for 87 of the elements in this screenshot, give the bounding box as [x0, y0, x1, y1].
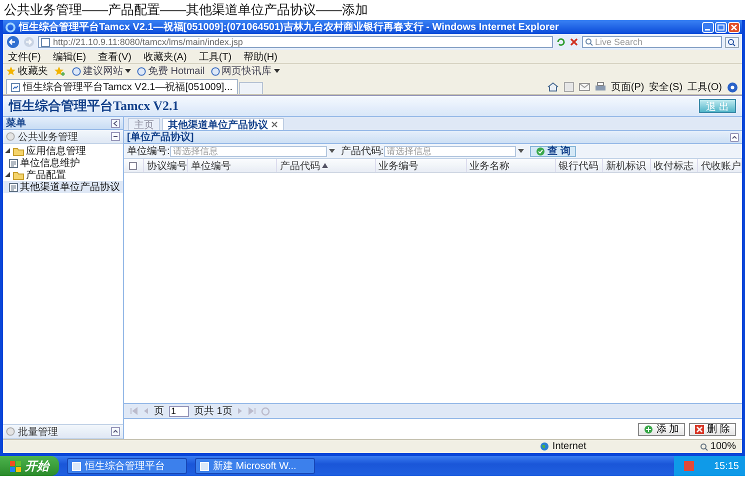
mail-icon[interactable] [578, 82, 590, 92]
action-button[interactable]: 添 加 [638, 422, 686, 436]
column-header[interactable]: 新机标识 [603, 159, 651, 172]
circle-icon [6, 427, 15, 436]
search-button[interactable]: 查 询 [530, 146, 576, 156]
stop-icon[interactable] [569, 37, 579, 47]
filter-label: 单位编号: [127, 144, 170, 158]
menu-item[interactable]: 文件(F) [8, 50, 41, 64]
sort-icon [322, 163, 328, 168]
close-icon[interactable] [271, 121, 278, 128]
expand-icon [111, 427, 120, 436]
filter-field[interactable]: 请选择信息 [170, 146, 327, 156]
command-menu[interactable]: 安全(S) [649, 80, 683, 94]
column-header[interactable]: 业务名称 [466, 159, 556, 172]
menu-item[interactable]: 查看(V) [98, 50, 132, 64]
folder-icon [13, 146, 24, 156]
security-zone: Internet [540, 441, 660, 452]
sidebar-title: 菜单 [6, 116, 26, 130]
command-menu[interactable]: 页面(P) [610, 80, 644, 94]
favorites-link[interactable]: 免费 Hotmail [137, 64, 205, 78]
panel-title: [单位产品协议] [127, 130, 194, 144]
add-favorite-icon[interactable] [54, 66, 66, 76]
column-header[interactable]: 收付标志 [650, 159, 698, 172]
accordion-header[interactable]: 批量管理 [3, 424, 123, 439]
page-field[interactable]: 1 [169, 406, 189, 416]
page-label: 页 [154, 405, 164, 418]
filter-field[interactable]: 请选择信息 [384, 146, 516, 156]
cross-icon [695, 424, 704, 434]
window-icon [200, 462, 209, 470]
accordion-header[interactable]: 公共业务管理 [3, 130, 123, 144]
page-total: 页共 1页 [194, 404, 232, 418]
column-header[interactable]: 协议编号 [144, 159, 188, 172]
favorites-link[interactable]: 网页快讯库 [210, 64, 280, 78]
search-icon [585, 38, 593, 46]
feed-icon[interactable] [564, 82, 574, 92]
tree-folder[interactable]: 应用信息管理 [3, 145, 123, 157]
column-header[interactable]: 业务编号 [376, 159, 467, 172]
menu-item[interactable]: 收藏夹(A) [143, 50, 187, 64]
address-field[interactable]: http://21.10.9.11:8080/tamcx/lms/main/index.jsp [38, 36, 553, 48]
check-circle-icon [536, 146, 545, 156]
command-menu[interactable]: 工具(O) [688, 80, 722, 94]
column-header[interactable]: 单位编号 [188, 159, 277, 172]
column-header[interactable]: 代收账户 [698, 159, 742, 172]
maximize-icon[interactable] [715, 22, 727, 32]
caret-icon[interactable] [328, 148, 335, 154]
caret-icon[interactable] [518, 148, 524, 154]
checkbox[interactable] [129, 162, 138, 170]
window-title: 恒生综合管理平台Tamcx V2.1—祝福[051009]:(071064501)吉林九台农村商业银行再春支行 - Windows Internet Explorer [19, 20, 559, 34]
caret-icon [5, 172, 11, 178]
taskbar-button[interactable]: 恒生综合管理平台 [67, 458, 187, 474]
menu-item[interactable]: 帮助(H) [244, 50, 278, 64]
tree-item[interactable]: 其他渠道单位产品协议 [3, 181, 123, 193]
filter-label: 产品代码: [340, 144, 384, 158]
collapse-icon[interactable] [730, 132, 739, 142]
star-icon [6, 66, 16, 76]
plus-icon [644, 424, 654, 434]
tree-item[interactable]: 单位信息维护 [3, 157, 123, 169]
column-header[interactable]: 产品代码 [276, 159, 376, 172]
browser-tab[interactable]: 恒生综合管理平台Tamcx V2.1—祝福[051009]... [6, 79, 238, 94]
menu-item[interactable]: 工具(T) [198, 50, 232, 64]
caret-icon [5, 148, 11, 154]
favorites-link[interactable]: 建议网站 [72, 64, 131, 78]
caret-icon [274, 68, 280, 74]
app-title: 恒生综合管理平台Tamcx V2.1 [9, 97, 179, 115]
caret-icon [125, 68, 131, 74]
menu-item[interactable]: 编辑(E) [52, 50, 86, 64]
taskbar-button[interactable]: 新建 Microsoft W... [195, 458, 315, 474]
tree-folder[interactable]: 产品配置 [3, 169, 123, 181]
collapse-icon [111, 132, 120, 141]
back-icon[interactable] [6, 35, 20, 49]
column-header[interactable]: 银行代码 [556, 159, 604, 172]
clock: 15:15 [714, 460, 739, 472]
page-tab[interactable]: 其他渠道单位产品协议 [162, 118, 284, 130]
search-icon[interactable] [725, 36, 739, 48]
windows-logo-icon [10, 460, 21, 472]
window-icon [72, 462, 81, 470]
printer-icon[interactable] [594, 82, 606, 92]
zoom-control[interactable]: 100% [700, 441, 736, 452]
collapse-icon[interactable] [111, 118, 120, 128]
favorites-button[interactable]: 收藏夹 [6, 64, 48, 78]
globe-icon [540, 442, 550, 451]
home-icon[interactable] [546, 82, 559, 92]
action-button[interactable]: 删 除 [689, 422, 736, 436]
page-caption: 公共业务管理——产品配置——其他渠道单位产品协议——添加 [3, 1, 368, 19]
circle-icon [6, 132, 15, 141]
magnifier-icon [700, 442, 708, 450]
minimize-icon[interactable] [702, 22, 714, 32]
